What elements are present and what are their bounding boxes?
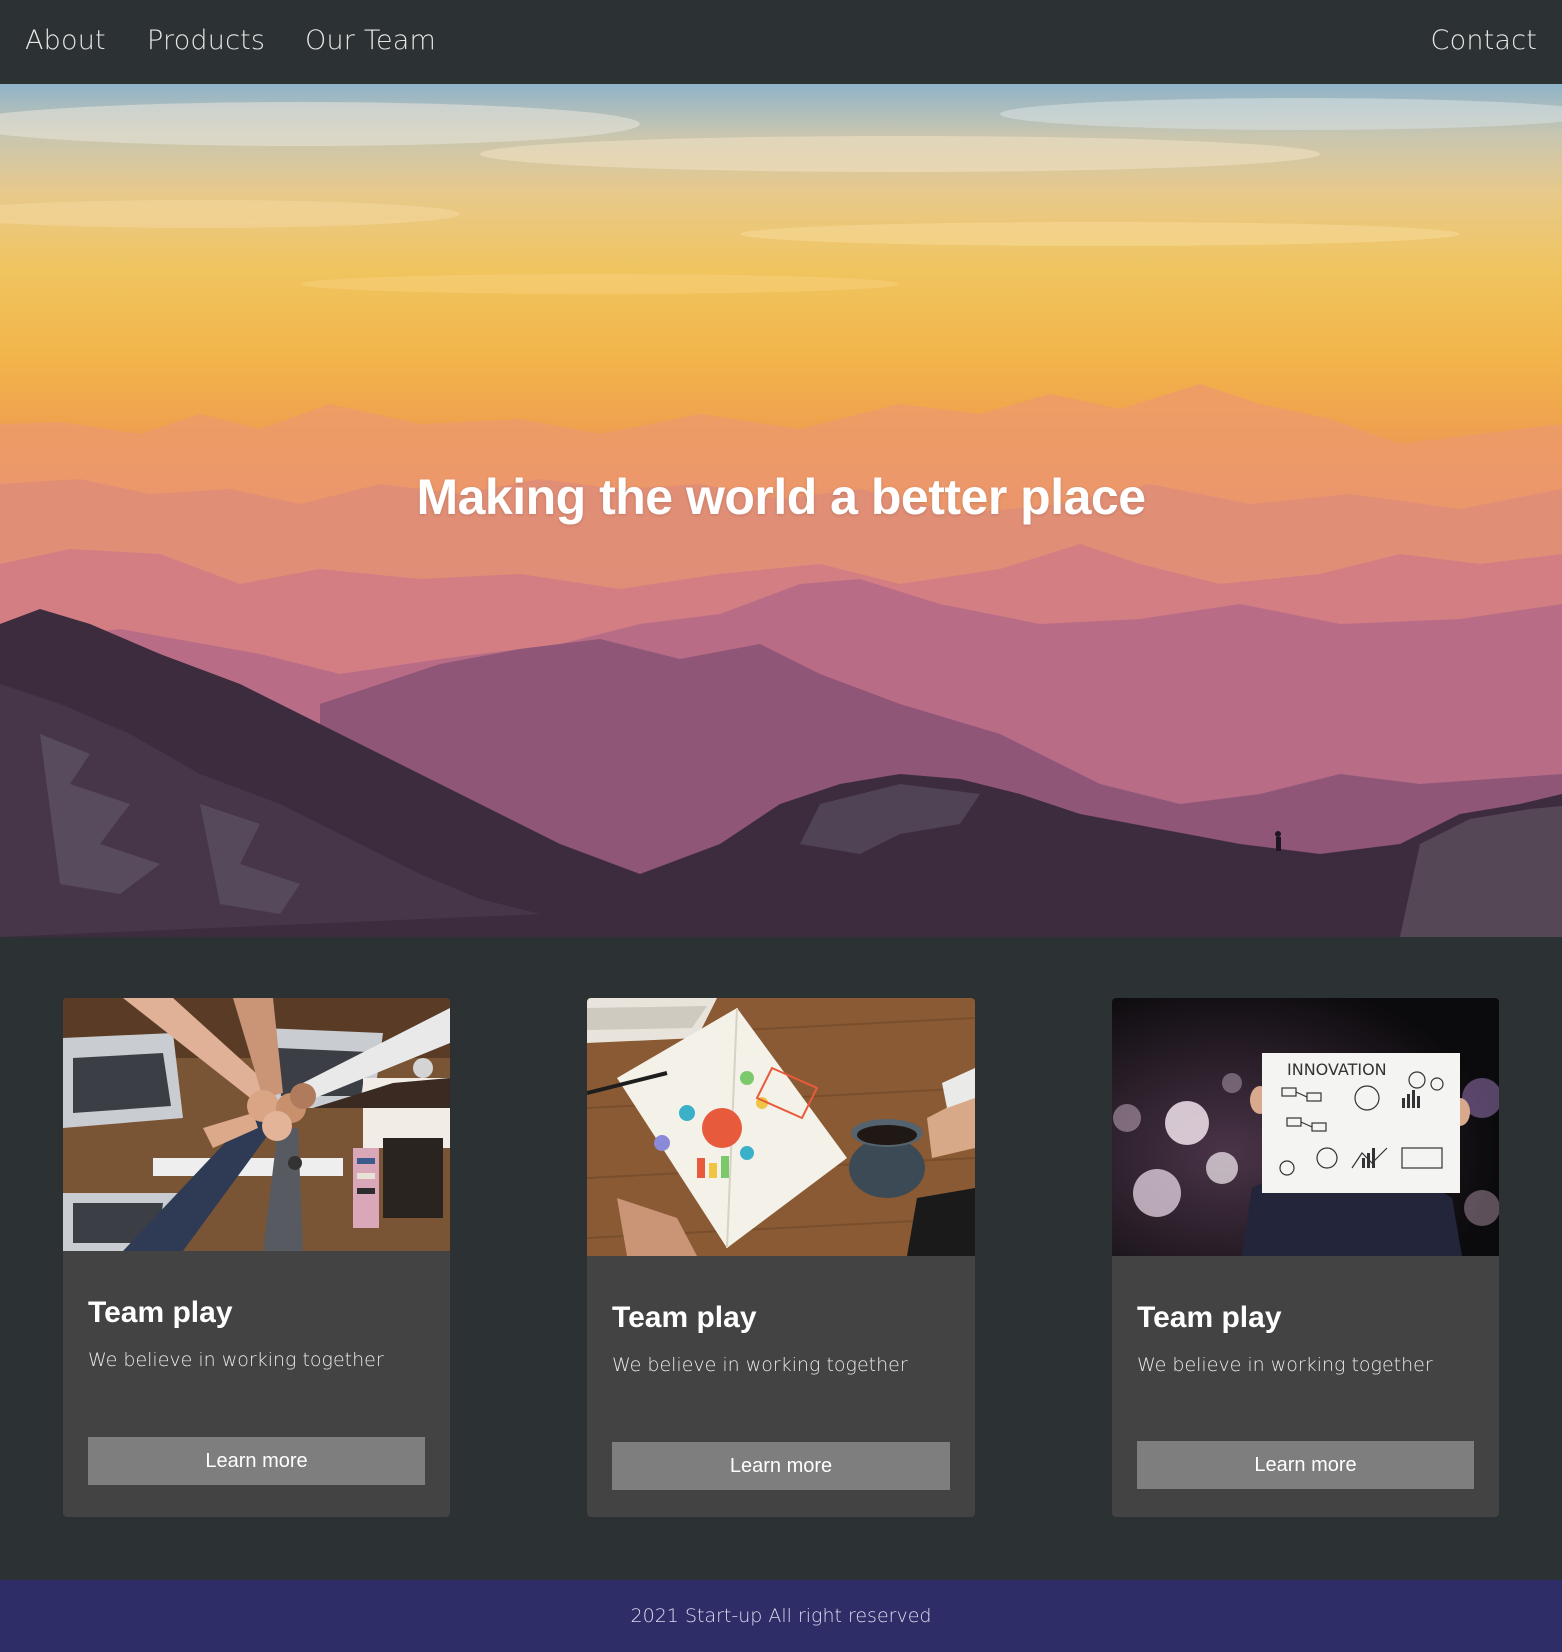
card-description: We believe in working together xyxy=(88,1349,384,1371)
notebook-coffee-photo xyxy=(587,998,975,1256)
learn-more-button[interactable]: Learn more xyxy=(88,1437,425,1485)
feature-card: Team play We believe in working together… xyxy=(63,998,450,1517)
innovation-sign-photo: INNOVATION xyxy=(1112,998,1499,1256)
team-fist-bump-photo xyxy=(63,998,450,1251)
card-title: Team play xyxy=(88,1296,233,1329)
card-description: We believe in working together xyxy=(612,1354,908,1376)
feature-card: Team play We believe in working together… xyxy=(587,998,975,1517)
copyright-text: 2021 Start-up All right reserved xyxy=(630,1605,932,1627)
nav-link-about[interactable]: About xyxy=(25,25,106,56)
learn-more-button[interactable]: Learn more xyxy=(1137,1441,1474,1489)
card-title: Team play xyxy=(1137,1301,1282,1334)
nav-link-contact[interactable]: Contact xyxy=(1431,25,1537,56)
nav-link-products[interactable]: Products xyxy=(147,25,265,56)
feature-card: INNOVATION Team play We believe in worki… xyxy=(1112,998,1499,1517)
innovation-sign-text: INNOVATION xyxy=(1287,1060,1387,1079)
learn-more-button[interactable]: Learn more xyxy=(612,1442,950,1490)
nav-link-our-team[interactable]: Our Team xyxy=(305,25,436,56)
card-title: Team play xyxy=(612,1301,757,1334)
top-navigation: About Products Our Team Contact xyxy=(0,0,1562,84)
card-description: We believe in working together xyxy=(1137,1354,1433,1376)
footer: 2021 Start-up All right reserved xyxy=(0,1580,1562,1652)
hero-title: Making the world a better place xyxy=(416,468,1146,525)
hero-banner: Making the world a better place xyxy=(0,84,1562,937)
